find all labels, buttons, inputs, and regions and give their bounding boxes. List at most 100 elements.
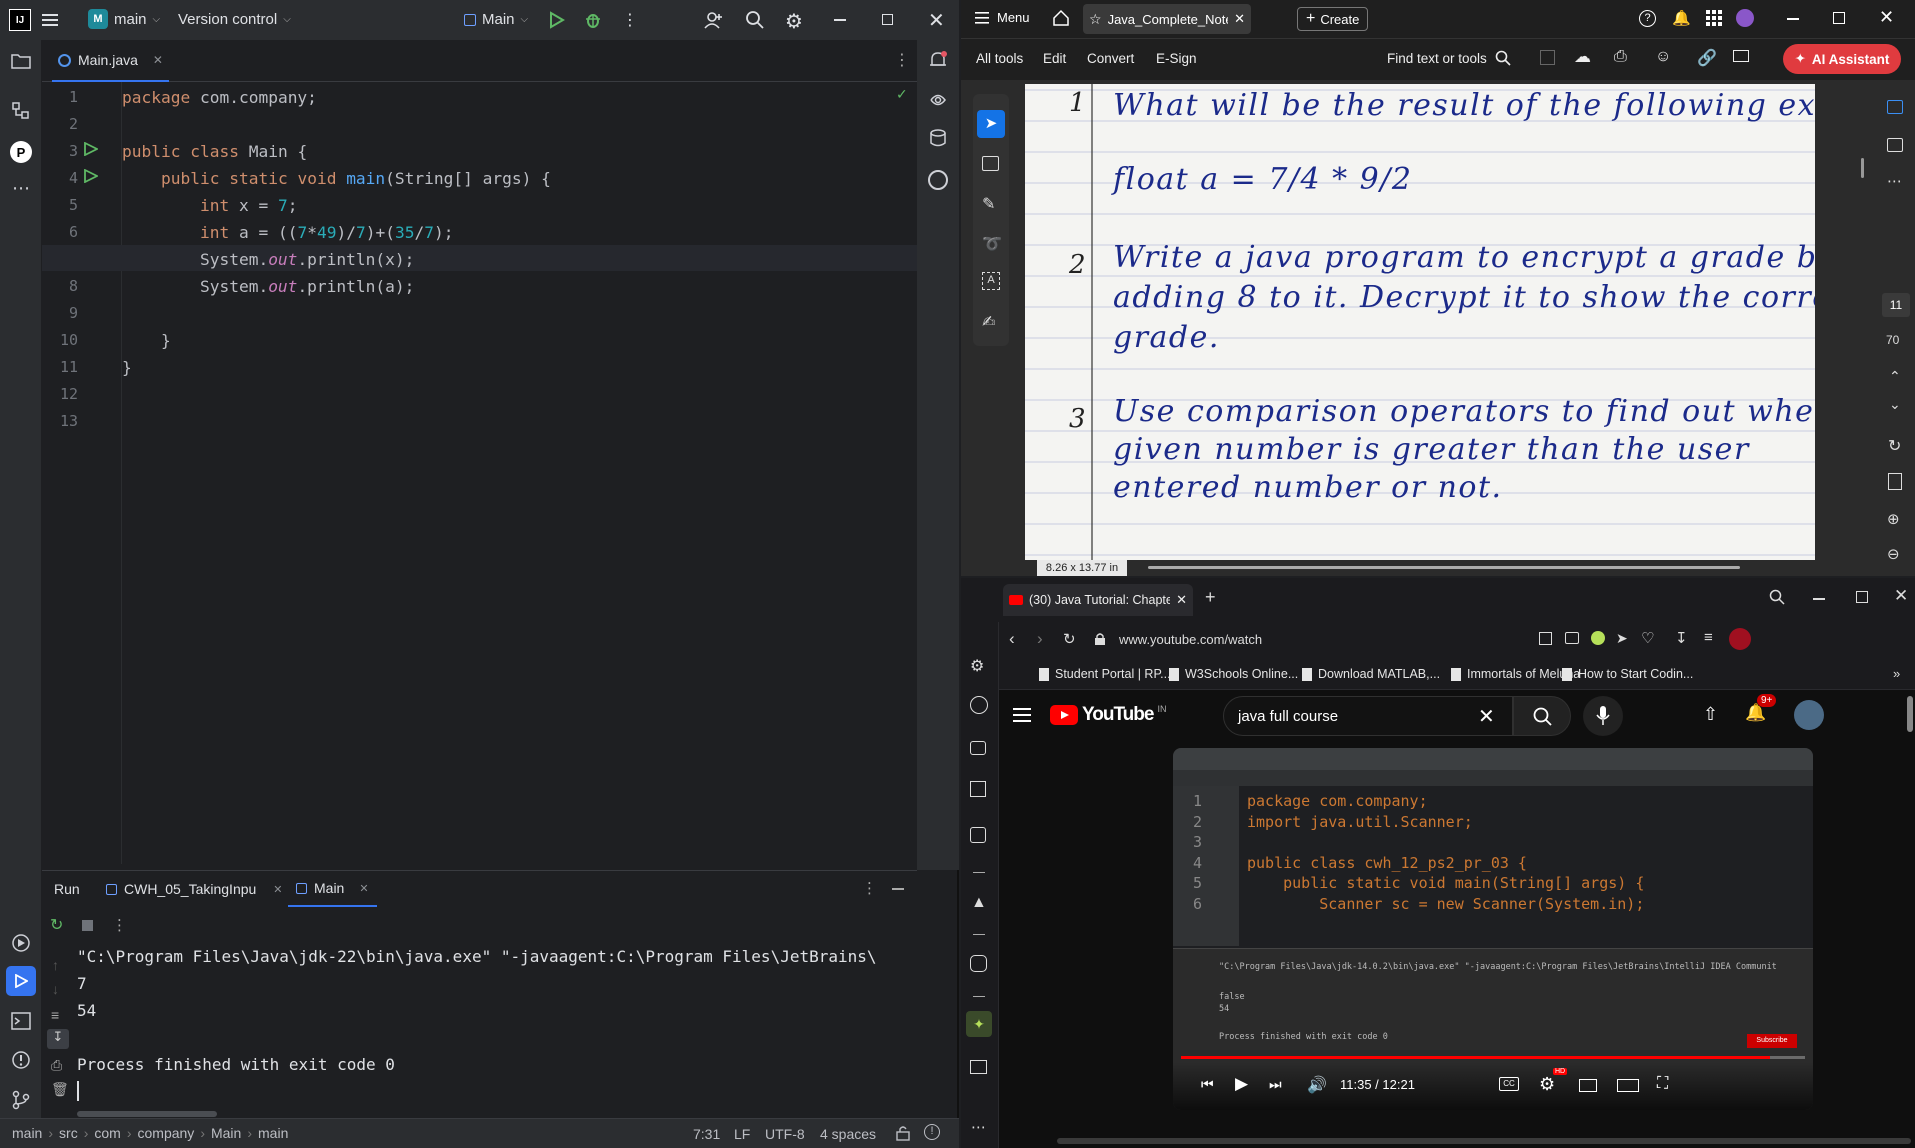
- horizontal-scrollbar[interactable]: [77, 1111, 217, 1117]
- upload-icon[interactable]: ⇧: [1703, 704, 1718, 725]
- subscribe-watermark[interactable]: Subscribe: [1747, 1034, 1797, 1048]
- apps-icon[interactable]: [970, 827, 986, 843]
- video-player[interactable]: 1 package com.company; 2 import java.util.S…: [1173, 748, 1813, 1110]
- stop-icon[interactable]: [82, 920, 93, 931]
- close-icon[interactable]: ✕: [1894, 586, 1908, 606]
- soft-wrap-icon[interactable]: ≡: [51, 1007, 59, 1023]
- add-comment-icon[interactable]: [982, 156, 999, 171]
- zoom-in-icon[interactable]: ⊕: [1887, 510, 1900, 528]
- menu-edit[interactable]: Edit: [1043, 51, 1066, 66]
- link-icon[interactable]: 🔗: [1697, 48, 1717, 68]
- print-icon[interactable]: ⎙: [51, 1057, 62, 1074]
- draw-freeform-icon[interactable]: ➰: [982, 234, 1002, 254]
- scroll-up-icon[interactable]: ↑: [52, 957, 59, 973]
- tab-search-icon[interactable]: [1769, 589, 1785, 610]
- comments-panel-icon[interactable]: [1887, 100, 1903, 114]
- close-tab-icon[interactable]: ✕: [1234, 11, 1245, 27]
- save-icon[interactable]: [1540, 50, 1555, 65]
- miniplayer-icon[interactable]: [1579, 1079, 1597, 1092]
- bookmark-item[interactable]: Immortals of Meluha: [1451, 667, 1580, 681]
- more-bookmarks-icon[interactable]: »: [1893, 666, 1900, 681]
- problems-icon[interactable]: [11, 1050, 31, 1075]
- rerun-icon[interactable]: ↻: [50, 915, 63, 935]
- clear-search-icon[interactable]: ✕: [1478, 704, 1495, 729]
- home-icon[interactable]: [1052, 9, 1070, 30]
- zoom-out-icon[interactable]: ⊖: [1887, 545, 1900, 563]
- breadcrumb-item[interactable]: main: [258, 1125, 288, 1141]
- copilot-icon[interactable]: [928, 170, 948, 190]
- minimize-icon[interactable]: [834, 19, 846, 21]
- close-icon[interactable]: ✕: [928, 8, 945, 33]
- structure-icon[interactable]: [12, 102, 30, 125]
- add-user-icon[interactable]: [704, 10, 724, 34]
- yt-search-input[interactable]: java full course: [1238, 708, 1338, 725]
- bookmark-item[interactable]: W3Schools Online...: [1169, 667, 1298, 681]
- pdf-horizontal-scrollbar[interactable]: [1148, 566, 1740, 569]
- play-icon[interactable]: ▶: [1235, 1074, 1248, 1094]
- console-output[interactable]: "C:\Program Files\Java\jdk-22\bin\java.e…: [77, 947, 917, 1097]
- file-encoding[interactable]: UTF-8: [765, 1126, 805, 1142]
- version-control-menu[interactable]: Version control ⌵: [178, 11, 291, 28]
- close-tab-icon[interactable]: ✕: [1176, 592, 1187, 608]
- find-text-tools[interactable]: Find text or tools: [1387, 50, 1511, 66]
- forward-icon[interactable]: ›: [1037, 629, 1043, 649]
- close-tab-icon[interactable]: ✕: [273, 883, 282, 896]
- run-icon[interactable]: [549, 11, 565, 33]
- easy-setup-icon[interactable]: ≡: [1704, 629, 1713, 646]
- image-icon[interactable]: [970, 1060, 987, 1074]
- minimize-icon[interactable]: [1787, 18, 1799, 20]
- breadcrumb-item[interactable]: Main: [211, 1125, 241, 1141]
- help-icon[interactable]: ?: [1639, 10, 1656, 27]
- more-tools-icon[interactable]: ⋯: [12, 178, 30, 199]
- avatar[interactable]: [1736, 9, 1754, 27]
- share-icon[interactable]: ☺: [1655, 48, 1671, 66]
- apps-grid-icon[interactable]: [1706, 10, 1722, 29]
- more-run-actions-icon[interactable]: ⋮: [112, 916, 127, 934]
- camera-icon[interactable]: [1565, 632, 1579, 644]
- speed-dial-icon[interactable]: [970, 696, 988, 714]
- yt-search-box[interactable]: java full course ✕: [1223, 696, 1513, 736]
- breadcrumb-item[interactable]: company: [138, 1125, 195, 1141]
- highlight-pen-icon[interactable]: ✎: [982, 194, 995, 214]
- breadcrumb-item[interactable]: com: [94, 1125, 120, 1141]
- notifications-icon[interactable]: [928, 50, 948, 75]
- ai-assistant-button[interactable]: ✦ AI Assistant: [1783, 44, 1901, 74]
- address-bar[interactable]: www.youtube.com/watch: [1119, 632, 1262, 647]
- yt-menu-icon[interactable]: [1013, 708, 1031, 727]
- voice-search-icon[interactable]: [1583, 696, 1623, 736]
- minimize-icon[interactable]: [1813, 598, 1825, 600]
- star-icon[interactable]: ☆: [1089, 11, 1102, 28]
- yt-search-button[interactable]: [1513, 696, 1571, 736]
- yt-horizontal-scrollbar[interactable]: [1057, 1138, 1911, 1144]
- lock-icon[interactable]: [896, 1125, 910, 1144]
- chat-icon[interactable]: [1887, 138, 1903, 152]
- bookmark-item[interactable]: How to Start Codin...: [1562, 667, 1693, 681]
- page-tools-icon[interactable]: [1888, 473, 1902, 490]
- heart-icon[interactable]: ♡: [1641, 629, 1654, 647]
- theater-mode-icon[interactable]: [1617, 1079, 1639, 1092]
- next-icon[interactable]: ⏭: [1269, 1076, 1282, 1093]
- breadcrumb-item[interactable]: main: [12, 1125, 42, 1141]
- page-number-box[interactable]: 11: [1882, 293, 1910, 317]
- indent-setting[interactable]: 4 spaces: [820, 1126, 876, 1142]
- bell-icon[interactable]: 🔔: [1672, 9, 1691, 27]
- youtube-logo[interactable]: YouTube IN: [1050, 704, 1166, 726]
- upload-cloud-icon[interactable]: ☁: [1574, 47, 1591, 67]
- print-icon[interactable]: ⎙: [1614, 48, 1627, 66]
- close-tab-icon[interactable]: ✕: [153, 53, 163, 67]
- account-avatar[interactable]: [1794, 700, 1824, 730]
- menu-convert[interactable]: Convert: [1087, 51, 1134, 66]
- document-tab[interactable]: ☆ Java_Complete_Notes.p... ✕: [1083, 4, 1251, 34]
- robot-icon[interactable]: [970, 741, 986, 755]
- scroll-down-icon[interactable]: ↓: [52, 981, 59, 997]
- trash-icon[interactable]: 🗑: [51, 1081, 69, 1098]
- search-icon[interactable]: [745, 10, 765, 34]
- tab-main-java[interactable]: Main.java ✕: [52, 40, 169, 82]
- rotate-icon[interactable]: ↻: [1888, 436, 1901, 456]
- run-main-gutter-icon[interactable]: [84, 141, 100, 161]
- maximize-icon[interactable]: [1833, 12, 1845, 24]
- reload-icon[interactable]: ↻: [1063, 630, 1076, 648]
- send-icon[interactable]: ➤: [1616, 630, 1628, 647]
- new-tab-icon[interactable]: +: [1205, 587, 1216, 608]
- plugin-icon[interactable]: P: [10, 141, 32, 163]
